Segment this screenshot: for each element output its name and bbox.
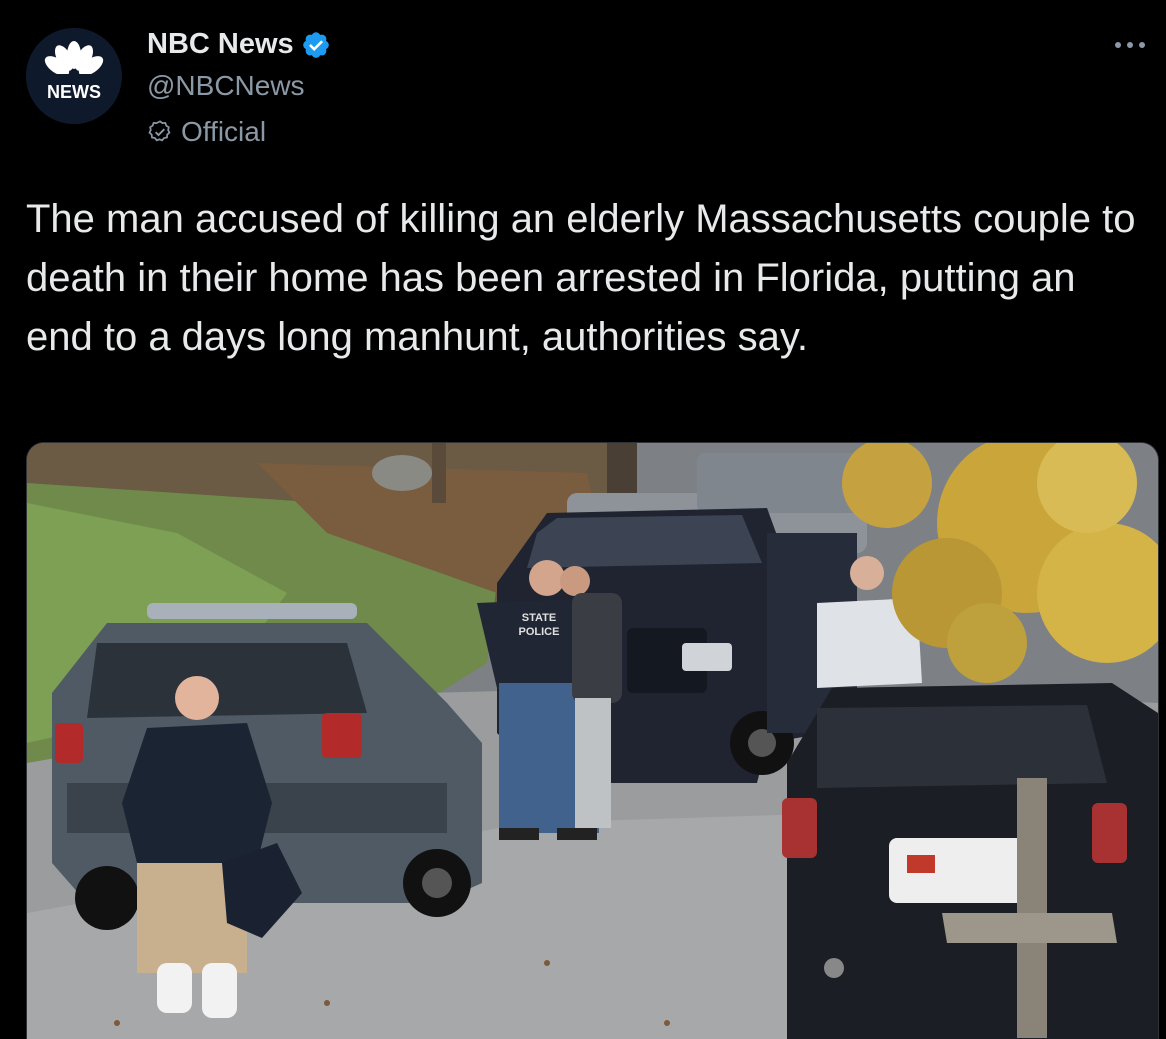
more-options-icon[interactable] [1110,28,1150,62]
display-name[interactable]: NBC News [147,28,294,61]
official-label-row: Official [147,116,266,148]
tweet-media-photo[interactable]: STATE POLICE [26,442,1159,1039]
jacket-text-line1: STATE [522,612,556,624]
name-row: NBC News [147,28,331,61]
news-photo-scene: STATE POLICE [27,443,1158,1039]
avatar-text: NEWS [47,82,101,102]
tweet-text: The man accused of killing an elderly Ma… [26,197,1136,359]
jacket-text-line2: POLICE [519,626,560,638]
official-label: Official [181,116,267,147]
tweet: NEWS NBC News @NBCNews Official The man … [0,0,1166,1039]
verified-badge-icon[interactable] [301,30,331,60]
nbc-peacock-logo: NEWS [26,28,122,124]
more-dots [1115,42,1145,48]
handle[interactable]: @NBCNews [147,70,305,102]
avatar[interactable]: NEWS [26,28,122,124]
official-check-icon [148,120,171,142]
